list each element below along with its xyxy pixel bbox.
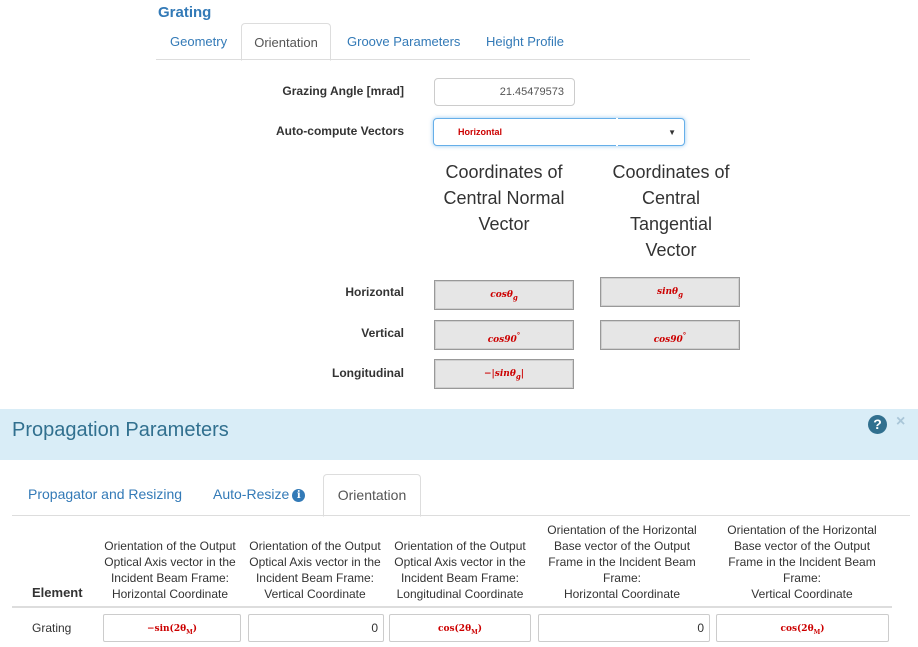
column-header: Orientation of the Horizontal Base vecto…	[717, 522, 887, 602]
horizontal-base-horizontal-input[interactable]: 0	[538, 614, 710, 642]
table-header-divider	[12, 606, 892, 608]
header-line: Orientation of the Horizontal	[727, 523, 877, 537]
heading-line: Coordinates of	[612, 162, 730, 182]
formula: cos(2θ	[438, 624, 472, 634]
caret-down-icon: ▼	[668, 128, 676, 137]
column-header: Orientation of the Output Optical Axis v…	[100, 538, 240, 602]
formula: −sin(2θ	[146, 624, 187, 634]
column-header: Orientation of the Output Optical Axis v…	[390, 538, 530, 602]
info-icon: i	[292, 489, 306, 502]
header-line: Vertical Coordinate	[751, 587, 853, 601]
heading-line: Tangential	[629, 214, 713, 234]
formula: |	[520, 369, 525, 379]
horizontal-base-vertical-input[interactable]: cos(2θM)	[716, 614, 889, 642]
normal-vector-heading: Coordinates of Central Normal Vector	[434, 159, 574, 237]
tab-orientation[interactable]: Orientation	[241, 23, 331, 61]
tab-divider	[12, 515, 910, 516]
heading-line: Central Normal	[443, 188, 565, 208]
grazing-angle-input[interactable]: 21.45479573	[434, 78, 575, 106]
grazing-angle-label: Grazing Angle [mrad]	[282, 84, 404, 98]
normal-longitudinal-field[interactable]: −|sinθg|	[434, 359, 574, 389]
formula-close: )	[192, 624, 197, 634]
auto-compute-label: Auto-compute Vectors	[275, 124, 404, 138]
tab-auto-resize[interactable]: Auto-Resize i	[213, 474, 306, 516]
header-line: Incident Beam Frame:	[400, 571, 520, 585]
heading-line: Coordinates of	[445, 162, 563, 182]
header-line: Optical Axis vector in the	[394, 555, 526, 569]
header-line: Longitudinal Coordinate	[396, 587, 524, 601]
formula-close: )	[820, 624, 825, 634]
formula: cos90	[653, 335, 683, 345]
auto-compute-selected-value: Horizontal	[458, 127, 502, 137]
formula-close: )	[477, 624, 482, 634]
tab-groove-parameters[interactable]: Groove Parameters	[347, 23, 460, 60]
output-axis-longitudinal-input[interactable]: cos(2θM)	[389, 614, 531, 642]
table-row-label: Grating	[32, 621, 72, 635]
output-axis-vertical-input[interactable]: 0	[248, 614, 384, 642]
normal-horizontal-field[interactable]: cosθg	[434, 280, 574, 310]
header-line: Frame in the Incident Beam	[548, 555, 696, 569]
output-axis-horizontal-input[interactable]: −sin(2θM)	[103, 614, 241, 642]
tab-orientation-propagation[interactable]: Orientation	[323, 474, 421, 517]
question-circle-icon[interactable]: ?	[868, 415, 887, 434]
auto-compute-select[interactable]: Horizontal ▼	[433, 118, 685, 146]
heading-line: Vector	[645, 240, 697, 260]
formula-subscript: M	[471, 628, 478, 636]
row-label-horizontal: Horizontal	[345, 285, 404, 299]
header-line: Incident Beam Frame:	[110, 571, 230, 585]
header-line: Base vector of the Output	[553, 539, 691, 553]
tab-label: Auto-Resize	[213, 486, 290, 502]
close-icon[interactable]: ×	[896, 413, 905, 431]
tab-height-profile[interactable]: Height Profile	[486, 23, 564, 60]
formula-superscript: °	[516, 331, 521, 340]
header-line: Orientation of the Output	[104, 539, 236, 553]
header-line: Optical Axis vector in the	[249, 555, 381, 569]
formula-subscript: M	[186, 628, 193, 636]
formula: cosθ	[490, 290, 513, 300]
tangential-vector-heading: Coordinates of Central Tangential Vector	[600, 159, 742, 263]
formula-superscript: °	[682, 331, 687, 340]
heading-line: Central	[641, 188, 701, 208]
propagation-header: Propagation Parameters ? ×	[0, 409, 918, 460]
header-line: Frame in the Incident Beam	[728, 555, 876, 569]
header-line: Frame:	[602, 571, 641, 585]
header-line: Horizontal Coordinate	[563, 587, 681, 601]
grating-title: Grating	[158, 4, 212, 21]
element-column-header: Element	[32, 585, 83, 600]
tangential-vertical-field[interactable]: cos90°	[600, 320, 740, 350]
formula: sinθ	[657, 287, 679, 297]
header-line: Frame:	[782, 571, 821, 585]
header-line: Optical Axis vector in the	[104, 555, 236, 569]
normal-vertical-field[interactable]: cos90°	[434, 320, 574, 350]
formula-subscript: g	[678, 289, 683, 299]
tab-geometry[interactable]: Geometry	[170, 23, 227, 60]
header-line: Incident Beam Frame:	[255, 571, 375, 585]
header-line: Base vector of the Output	[733, 539, 871, 553]
header-line: Orientation of the Output	[249, 539, 381, 553]
column-header: Orientation of the Horizontal Base vecto…	[537, 522, 707, 602]
tab-divider	[156, 59, 750, 60]
row-label-vertical: Vertical	[361, 326, 404, 340]
header-line: Vertical Coordinate	[264, 587, 366, 601]
formula-subscript: g	[512, 292, 518, 302]
propagation-title: Propagation Parameters	[12, 419, 229, 441]
header-line: Orientation of the Output	[394, 539, 526, 553]
formula: cos90	[487, 335, 517, 345]
tab-propagator-and-resizing[interactable]: Propagator and Resizing	[28, 474, 182, 516]
formula: −|sinθ	[483, 369, 516, 379]
column-header: Orientation of the Output Optical Axis v…	[245, 538, 385, 602]
header-line: Orientation of the Horizontal	[547, 523, 697, 537]
select-separator	[616, 118, 618, 146]
heading-line: Vector	[478, 214, 530, 234]
formula: cos(2θ	[780, 624, 814, 634]
row-label-longitudinal: Longitudinal	[332, 366, 404, 380]
tangential-horizontal-field[interactable]: sinθg	[600, 277, 740, 307]
header-line: Horizontal Coordinate	[111, 587, 229, 601]
